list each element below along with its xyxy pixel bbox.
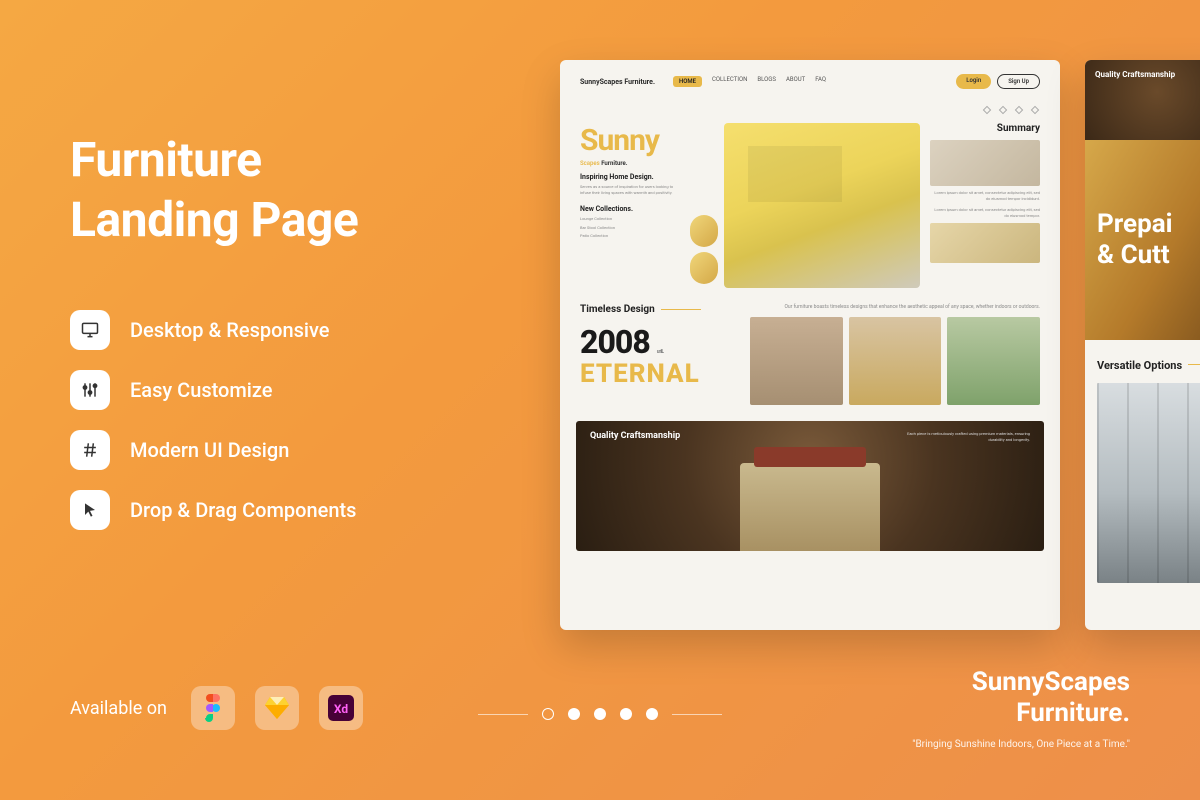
xd-icon[interactable]: Xd — [319, 686, 363, 730]
hash-icon — [70, 430, 110, 470]
cursor-icon — [70, 490, 110, 530]
feature-label: Desktop & Responsive — [130, 318, 330, 342]
feature-list: Desktop & Responsive Easy Customize Mode… — [70, 310, 510, 530]
feature-label: Easy Customize — [130, 378, 273, 402]
mock-tile-image — [849, 317, 942, 405]
mock-nav-item[interactable]: ABOUT — [786, 76, 805, 87]
mock-hero-word: Sunny — [580, 123, 680, 158]
svg-text:Xd: Xd — [334, 702, 348, 716]
pager-dot[interactable] — [646, 708, 658, 720]
pager-dot[interactable] — [568, 708, 580, 720]
feature-label: Modern UI Design — [130, 438, 289, 462]
pager-dot[interactable] — [620, 708, 632, 720]
mock2-section-image — [1097, 383, 1200, 583]
preview-mockup-2: Quality Craftsmanship Prepai & Cutt Vers… — [1085, 60, 1200, 630]
mock-nav-item[interactable]: HOME — [673, 76, 702, 87]
mock-login-button[interactable]: Login — [956, 74, 991, 89]
preview-mockup-1: SunnyScapes Furniture. HOME COLLECTION B… — [560, 60, 1060, 630]
mock-inspiring-title: Inspiring Home Design. — [580, 173, 680, 181]
promo-title-line2: Landing Page — [70, 191, 358, 248]
mock2-hero: Prepai & Cutt — [1085, 140, 1200, 340]
available-on-row: Available on Xd — [70, 686, 363, 730]
sketch-icon[interactable] — [255, 686, 299, 730]
mock-summary-image — [930, 223, 1040, 263]
mock-navbar: SunnyScapes Furniture. HOME COLLECTION B… — [560, 60, 1060, 103]
mock2-section-title: Versatile Options — [1097, 359, 1182, 372]
feature-item: Easy Customize — [70, 370, 510, 410]
mock-logo: SunnyScapes Furniture. — [580, 78, 655, 86]
mock-decor-dots — [560, 103, 1060, 119]
promo-title: Furniture Landing Page — [70, 130, 510, 250]
mock-thumb — [690, 252, 718, 284]
mock-signup-button[interactable]: Sign Up — [997, 74, 1040, 89]
mock-nav-links: HOME COLLECTION BLOGS ABOUT FAQ — [673, 76, 826, 87]
mock-nav-item[interactable]: BLOGS — [757, 76, 776, 87]
feature-item: Desktop & Responsive — [70, 310, 510, 350]
mock-tile-image — [750, 317, 843, 405]
pager-line-icon — [478, 714, 528, 715]
carousel-pager — [478, 708, 722, 720]
mock-nav-item[interactable]: COLLECTION — [712, 76, 747, 87]
brand-tagline: "Bringing Sunshine Indoors, One Piece at… — [912, 739, 1130, 750]
feature-item: Drop & Drag Components — [70, 490, 510, 530]
promo-title-line1: Furniture — [70, 131, 262, 188]
pager-dot[interactable] — [542, 708, 554, 720]
brand-block: SunnyScapes Furniture. "Bringing Sunshin… — [912, 667, 1130, 750]
mock-hero-image — [724, 123, 920, 288]
mock-thumb — [690, 215, 718, 247]
sliders-icon — [70, 370, 110, 410]
figma-icon[interactable] — [191, 686, 235, 730]
monitor-icon — [70, 310, 110, 350]
available-on-label: Available on — [70, 698, 167, 719]
mock-summary-title: Summary — [930, 123, 1040, 134]
mock2-top-banner: Quality Craftsmanship — [1085, 60, 1200, 140]
pager-dot[interactable] — [594, 708, 606, 720]
mock-tile-image — [947, 317, 1040, 405]
mock-nav-item[interactable]: FAQ — [815, 76, 826, 87]
brand-name: SunnyScapes Furniture. — [912, 667, 1130, 729]
feature-item: Modern UI Design — [70, 430, 510, 470]
mock-new-collections: New Collections. — [580, 205, 680, 213]
feature-label: Drop & Drag Components — [130, 498, 356, 522]
mock-banner: Quality Craftsmanship Each piece is meti… — [576, 421, 1044, 551]
brush-image — [740, 463, 880, 551]
mock-inspiring-body: Serves as a source of inspiration for us… — [580, 184, 680, 195]
pager-line-icon — [672, 714, 722, 715]
mock-summary-image — [930, 140, 1040, 186]
